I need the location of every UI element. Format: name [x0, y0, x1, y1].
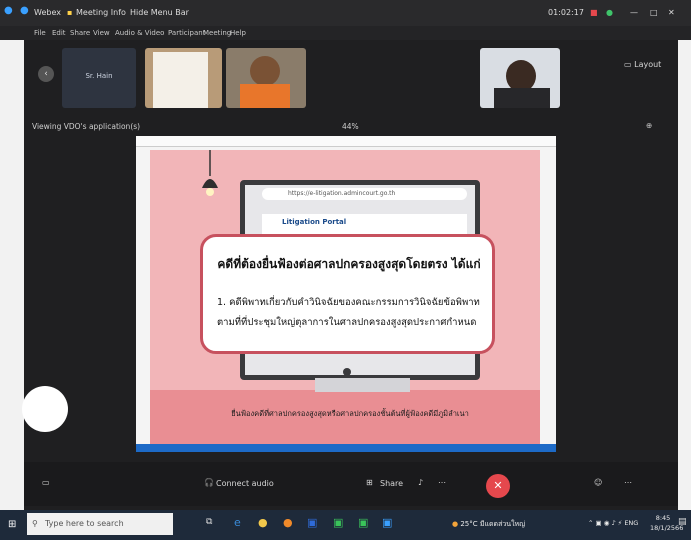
notification-icon[interactable]: ▤	[678, 517, 687, 527]
app-name: Webex	[34, 8, 61, 17]
hide-menu-bar-button[interactable]: Hide Menu Bar	[130, 8, 189, 17]
menu-participant[interactable]: Participant	[168, 29, 205, 37]
connect-audio-button[interactable]: Connect audio	[216, 479, 274, 488]
scroll-left-icon[interactable]: ‹	[38, 66, 54, 82]
line-icon[interactable]: ▣	[333, 516, 343, 529]
webex-logo-icon: ●	[4, 5, 13, 16]
chrome-icon[interactable]: ●	[258, 516, 268, 529]
more-options-icon[interactable]: ⋯	[624, 478, 632, 487]
viewing-label: Viewing VDO's application(s)	[32, 122, 141, 131]
slide-heading: คดีที่ต้องยื่นฟ้องต่อศาลปกครองสูงสุดโดยต…	[217, 257, 481, 271]
edge-icon[interactable]: e	[234, 516, 241, 529]
meeting-timer: 01:02:17	[548, 8, 584, 17]
zoom-level[interactable]: 44%	[342, 122, 359, 131]
info-icon: ▪	[67, 8, 73, 17]
participant-tile-video-2[interactable]	[226, 48, 306, 108]
connection-icon: ●	[606, 8, 613, 17]
floating-circle[interactable]	[22, 386, 68, 432]
clock-date: 18/1/2566	[650, 524, 684, 532]
participant-tile-video-3[interactable]	[480, 48, 560, 108]
tray-icons[interactable]: ⌃ ▣ ◉ ♪ ⚡	[588, 519, 624, 527]
menu-bar: File Edit Share View Audio & Video Parti…	[0, 26, 691, 40]
language-indicator[interactable]: ENG	[624, 519, 638, 527]
menu-help[interactable]: Help	[230, 29, 246, 37]
menu-file[interactable]: File	[34, 29, 46, 37]
app-icon: ●	[20, 5, 29, 16]
weather-widget[interactable]: ● 25°C มีแดดส่วนใหญ่	[452, 519, 525, 530]
slide-callout: คดีที่ต้องยื่นฟ้องต่อศาลปกครองสูงสุดโดยต…	[200, 234, 495, 354]
maximize-icon[interactable]: □	[650, 8, 658, 17]
viewing-bar: Viewing VDO's application(s) 44% ⊕	[24, 118, 678, 134]
minimize-icon[interactable]: —	[630, 8, 638, 17]
slide-body-line1: 1. คดีพิพาทเกี่ยวกับคำวินิจฉัยของคณะกรรม…	[217, 297, 480, 308]
end-meeting-button[interactable]: ✕	[486, 474, 510, 498]
clock[interactable]: 8:45 18/1/2566	[650, 513, 684, 533]
window-titlebar: ● ● Webex ▪ Meeting Info Hide Menu Bar 0…	[0, 0, 691, 26]
webex-taskbar-icon[interactable]: ▣	[382, 516, 392, 529]
windows-start-icon[interactable]: ⊞	[8, 519, 16, 530]
close-icon: ✕	[493, 479, 503, 492]
audio-icon[interactable]: 🎧	[204, 478, 214, 487]
menu-meeting[interactable]: Meeting	[203, 29, 231, 37]
lamp-icon	[202, 150, 218, 196]
search-placeholder: Type here to search	[45, 519, 124, 528]
monitor-button-icon	[343, 368, 351, 376]
background-app-right	[678, 40, 691, 510]
taskview-icon[interactable]: ⧉	[206, 517, 212, 527]
slide-url-text: https://e-litigation.admincourt.go.th	[288, 190, 396, 197]
menu-share[interactable]: Share	[70, 29, 90, 37]
layout-button[interactable]: ▭ Layout	[624, 60, 661, 69]
clock-time: 8:45	[655, 514, 671, 522]
share-icon[interactable]: ⊞	[366, 478, 373, 487]
slide-body-line2: ตามที่ที่ประชุมใหญ่ตุลาการในศาลปกครองสูง…	[217, 317, 477, 328]
meeting-controls: ▭ 🎧 Connect audio ⊞ Share ♪ ⋯ ☺ ⋯	[24, 462, 678, 506]
taskbar-search[interactable]: ⚲ Type here to search	[27, 513, 173, 535]
slide-portal-header: Litigation Portal	[262, 214, 467, 234]
menu-view[interactable]: View	[93, 29, 110, 37]
more-icon[interactable]: ⋯	[438, 478, 446, 487]
share-button[interactable]: Share	[380, 479, 403, 488]
layout-icon: ▭	[624, 60, 635, 69]
word-icon[interactable]: ▣	[307, 516, 317, 529]
participants-icon[interactable]: ☺	[594, 478, 602, 487]
layout-label: Layout	[634, 60, 662, 69]
weather-text: 25°C มีแดดส่วนใหญ่	[460, 520, 526, 528]
menu-audio-video[interactable]: Audio & Video	[115, 29, 164, 37]
firefox-icon[interactable]: ●	[283, 516, 293, 529]
recording-icon: ■	[590, 8, 598, 17]
slide-desk	[150, 390, 540, 450]
background-app-left	[0, 40, 24, 510]
participant-tile-name[interactable]: Sr. Hain	[62, 48, 136, 108]
slide-url: https://e-litigation.admincourt.go.th	[262, 188, 467, 200]
chat-icon[interactable]: ▭	[42, 478, 50, 487]
close-window-icon[interactable]: ✕	[668, 8, 675, 17]
monitor-stand	[315, 378, 410, 392]
participant-tile-video-1[interactable]	[145, 48, 222, 108]
portal-title: Litigation Portal	[282, 218, 347, 226]
menu-edit[interactable]: Edit	[52, 29, 66, 37]
meeting-info-button[interactable]: Meeting Info	[76, 8, 126, 17]
app-green-icon[interactable]: ▣	[358, 516, 368, 529]
zoom-icon[interactable]: ⊕	[646, 121, 652, 130]
shared-taskbar	[136, 444, 556, 452]
reactions-icon[interactable]: ♪	[418, 478, 423, 487]
search-icon: ⚲	[32, 519, 38, 528]
participant-name: Sr. Hain	[85, 72, 113, 80]
slide-subtitle: ยื่นฟ้องคดีที่ศาลปกครองสูงสุดหรือศาลปกคร…	[231, 409, 469, 418]
system-tray: ⌃ ▣ ◉ ♪ ⚡ ENG	[588, 519, 638, 527]
